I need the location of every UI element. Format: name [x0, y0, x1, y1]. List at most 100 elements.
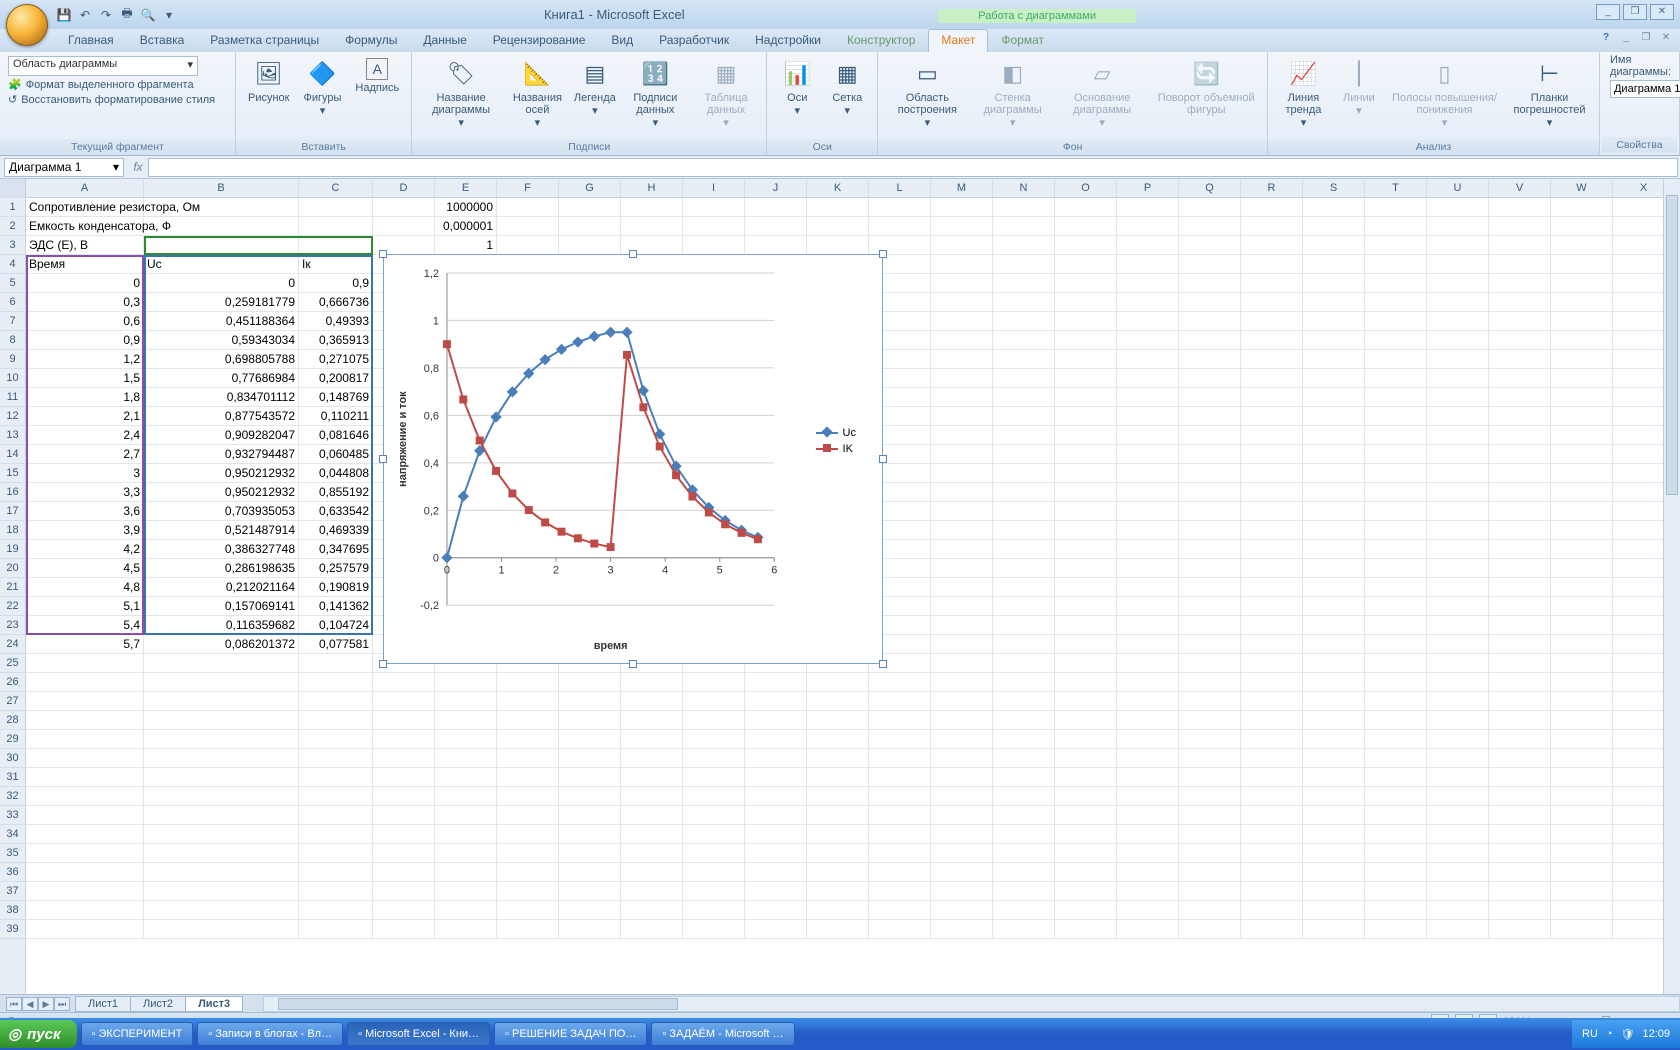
cell[interactable] [931, 806, 993, 825]
cell[interactable] [1365, 749, 1427, 768]
cell[interactable]: 3,3 [26, 483, 144, 502]
cell[interactable]: 0,909282047 [144, 426, 299, 445]
cell[interactable] [1427, 711, 1489, 730]
cell[interactable] [1117, 692, 1179, 711]
cell[interactable] [435, 768, 497, 787]
cell[interactable] [807, 673, 869, 692]
cell[interactable] [993, 597, 1055, 616]
cell[interactable] [1241, 616, 1303, 635]
cell[interactable] [1551, 350, 1613, 369]
cell[interactable] [559, 198, 621, 217]
plot-area-button[interactable]: ▭Область построения▾ [886, 56, 968, 131]
cell[interactable] [1427, 692, 1489, 711]
cell[interactable] [144, 920, 299, 939]
cell[interactable] [993, 635, 1055, 654]
cell[interactable] [1303, 787, 1365, 806]
worksheet[interactable]: 1234567891011121314151617181920212223242… [0, 179, 1680, 994]
cell[interactable] [931, 768, 993, 787]
cell[interactable] [1179, 445, 1241, 464]
cell[interactable] [1365, 673, 1427, 692]
cell[interactable] [1427, 578, 1489, 597]
cell[interactable] [1489, 844, 1551, 863]
cell[interactable] [993, 255, 1055, 274]
cell[interactable] [1427, 844, 1489, 863]
cell[interactable] [1055, 293, 1117, 312]
row-header[interactable]: 39 [0, 920, 25, 939]
cell[interactable] [1489, 274, 1551, 293]
cell[interactable] [993, 616, 1055, 635]
cell[interactable] [1365, 312, 1427, 331]
cell[interactable]: 0,703935053 [144, 502, 299, 521]
cell[interactable] [1489, 825, 1551, 844]
cell[interactable] [144, 236, 299, 255]
cell[interactable] [1241, 369, 1303, 388]
cell[interactable] [1117, 673, 1179, 692]
cell[interactable] [993, 749, 1055, 768]
cell[interactable]: 0,386327748 [144, 540, 299, 559]
tray-lang[interactable]: RU [1582, 1028, 1598, 1040]
cell[interactable] [1179, 654, 1241, 673]
cell[interactable] [993, 236, 1055, 255]
row-header[interactable]: 30 [0, 749, 25, 768]
cell[interactable]: 0,077581 [299, 635, 373, 654]
row-header[interactable]: 24 [0, 635, 25, 654]
cell[interactable]: 0,271075 [299, 350, 373, 369]
cell[interactable]: 0,666736 [299, 293, 373, 312]
cell[interactable] [1489, 407, 1551, 426]
col-header[interactable]: N [993, 179, 1055, 198]
updown-bars-button[interactable]: ▯Полосы повышения/понижения▾ [1387, 56, 1502, 131]
cell[interactable] [373, 882, 435, 901]
cell[interactable] [1489, 236, 1551, 255]
cell[interactable] [1365, 844, 1427, 863]
cell[interactable] [1551, 369, 1613, 388]
cell[interactable] [26, 673, 144, 692]
cell[interactable] [1551, 882, 1613, 901]
cell[interactable] [993, 692, 1055, 711]
cell[interactable] [26, 711, 144, 730]
cell[interactable] [1055, 787, 1117, 806]
cell[interactable] [993, 445, 1055, 464]
cell[interactable] [497, 825, 559, 844]
cell[interactable] [1303, 236, 1365, 255]
cell[interactable] [1551, 730, 1613, 749]
insert-shapes-button[interactable]: 🔷Фигуры▾ [300, 56, 346, 119]
cell[interactable]: 0,200817 [299, 369, 373, 388]
name-box[interactable]: Диаграмма 1▾ [4, 158, 124, 177]
cell[interactable] [1551, 312, 1613, 331]
cell[interactable] [1365, 825, 1427, 844]
cell[interactable] [1489, 312, 1551, 331]
cell[interactable] [435, 863, 497, 882]
cell[interactable] [931, 312, 993, 331]
cell[interactable] [1241, 635, 1303, 654]
cell[interactable] [497, 236, 559, 255]
tab-Данные[interactable]: Данные [410, 29, 479, 52]
cell[interactable] [931, 597, 993, 616]
cell[interactable] [1551, 445, 1613, 464]
cell[interactable] [1489, 901, 1551, 920]
cell[interactable] [869, 901, 931, 920]
cell[interactable]: 3,6 [26, 502, 144, 521]
cell[interactable] [1055, 198, 1117, 217]
cell[interactable] [1489, 692, 1551, 711]
cell[interactable] [807, 768, 869, 787]
cell[interactable] [869, 749, 931, 768]
cell[interactable] [993, 920, 1055, 939]
cell[interactable] [1055, 844, 1117, 863]
cell[interactable] [931, 844, 993, 863]
col-header[interactable]: G [559, 179, 621, 198]
cell[interactable] [621, 920, 683, 939]
cell[interactable] [497, 768, 559, 787]
cell[interactable] [1551, 236, 1613, 255]
cell[interactable] [26, 901, 144, 920]
cell[interactable] [1117, 768, 1179, 787]
cell[interactable] [435, 692, 497, 711]
cell[interactable]: 1000000 [435, 198, 497, 217]
cell[interactable] [931, 255, 993, 274]
chart-title-button[interactable]: 🏷Название диаграммы▾ [420, 56, 502, 131]
cell[interactable] [1179, 825, 1241, 844]
cell[interactable] [1427, 559, 1489, 578]
cell[interactable] [745, 692, 807, 711]
cell[interactable] [1551, 502, 1613, 521]
cell[interactable] [1365, 901, 1427, 920]
cell[interactable] [1055, 464, 1117, 483]
